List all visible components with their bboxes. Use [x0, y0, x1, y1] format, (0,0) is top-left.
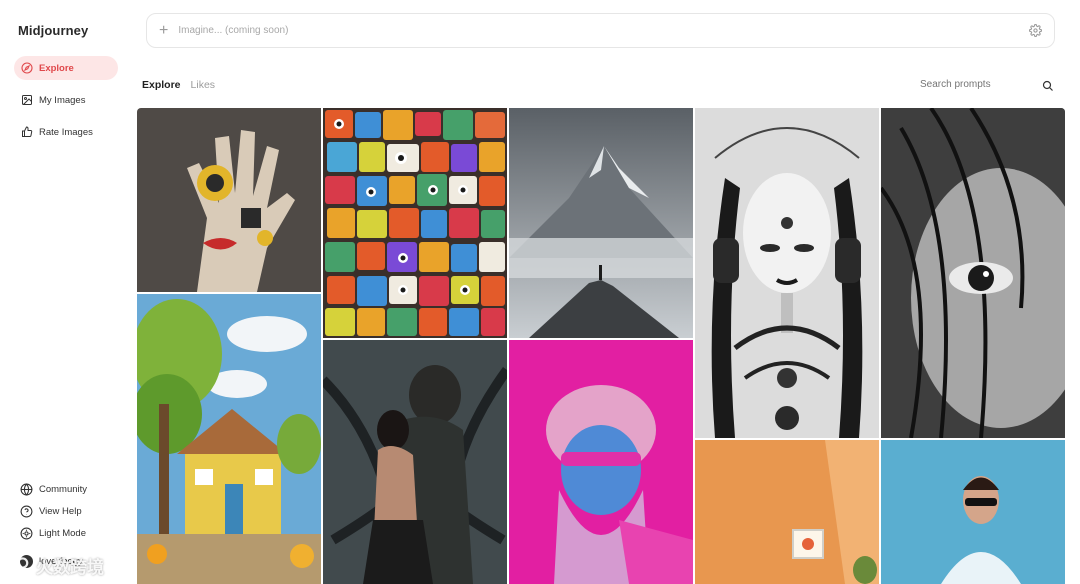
sidebar-item-view-help[interactable]: View Help: [14, 500, 124, 522]
sidebar-item-label: Explore: [39, 62, 74, 74]
image-gallery: [137, 108, 1065, 584]
imagine-placeholder: Imagine... (coming soon): [178, 25, 289, 36]
brand-logo[interactable]: Midjourney: [18, 23, 88, 38]
tile-mountain-peak[interactable]: [509, 108, 693, 338]
sidebar-item-label: Community: [39, 483, 88, 495]
sidebar-item-label: Light Mode: [39, 527, 87, 539]
watermark-text: 火数跨境: [36, 557, 104, 577]
watermark-logo-icon: [8, 552, 30, 579]
sidebar-item-rate-images[interactable]: Rate Images: [14, 120, 118, 144]
help-icon: [20, 505, 33, 518]
sidebar-item-light-mode[interactable]: Light Mode: [14, 522, 124, 544]
tile-dark-couple[interactable]: [323, 340, 507, 584]
sidebar-item-label: Rate Images: [39, 126, 93, 138]
globe-icon: [20, 482, 33, 496]
sidebar-bottom-nav: Community View Help Light Mode: [14, 478, 124, 544]
sidebar-item-label: View Help: [39, 505, 82, 517]
tile-robot-woman[interactable]: [695, 108, 879, 438]
watermark: 火数跨境: [0, 546, 142, 584]
sidebar-item-my-images[interactable]: My Images: [14, 88, 118, 112]
sidebar: Midjourney Explore My Images Rate Images: [0, 0, 132, 584]
sidebar-item-explore[interactable]: Explore: [14, 56, 118, 80]
sun-icon: [20, 527, 33, 540]
thumbs-up-icon: [20, 126, 33, 139]
tab-likes[interactable]: Likes: [191, 79, 216, 91]
compass-icon: [20, 62, 33, 75]
sidebar-item-community[interactable]: Community: [14, 478, 124, 500]
sidebar-item-label: My Images: [39, 94, 86, 106]
gallery-tabs: Explore Likes: [142, 79, 215, 91]
tile-hand-painting[interactable]: [137, 108, 321, 292]
image-icon: [20, 94, 33, 107]
search-icon[interactable]: [1042, 79, 1054, 97]
tile-colorful-faces[interactable]: [323, 108, 507, 338]
tile-bw-eye[interactable]: [881, 108, 1065, 438]
tile-orange-room[interactable]: [695, 440, 879, 584]
gear-icon[interactable]: [1029, 24, 1042, 42]
plus-icon[interactable]: +: [159, 22, 168, 39]
search-input[interactable]: [920, 79, 1030, 90]
imagine-bar[interactable]: + Imagine... (coming soon): [146, 13, 1055, 48]
tab-explore[interactable]: Explore: [142, 79, 181, 91]
sidebar-nav: Explore My Images Rate Images: [14, 56, 118, 152]
tile-pink-monkey[interactable]: [509, 340, 693, 584]
tile-blue-woman[interactable]: [881, 440, 1065, 584]
tile-cartoon-house[interactable]: [137, 294, 321, 584]
